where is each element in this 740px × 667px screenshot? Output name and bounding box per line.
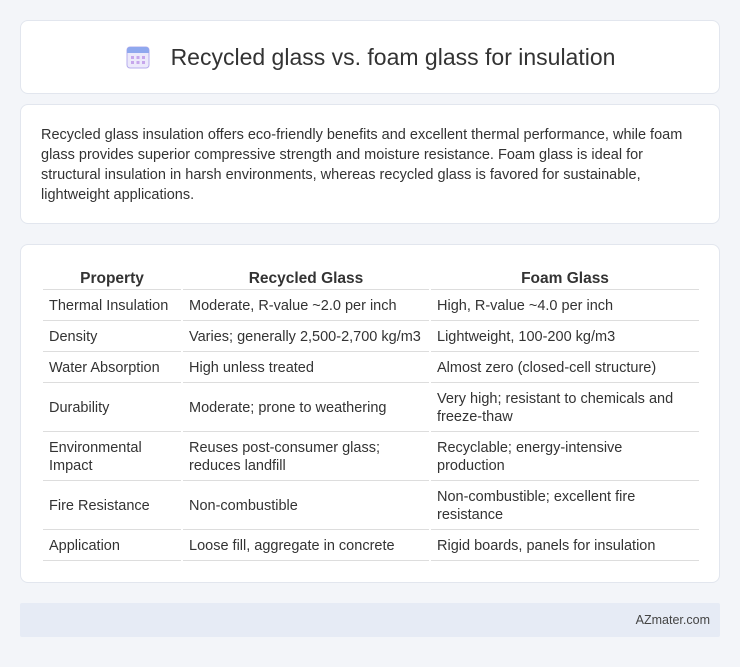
property-cell: Water Absorption: [43, 354, 181, 383]
property-cell: Application: [43, 532, 181, 561]
foam-glass-cell: Very high; resistant to chemicals and fr…: [431, 385, 699, 432]
table-row: Water Absorption High unless treated Alm…: [43, 354, 699, 383]
table-row: Fire Resistance Non-combustible Non-comb…: [43, 483, 699, 530]
table-row: Thermal Insulation Moderate, R-value ~2.…: [43, 292, 699, 321]
recycled-glass-cell: Non-combustible: [183, 483, 429, 530]
column-header-foam-glass: Foam Glass: [431, 267, 699, 290]
summary-card: Recycled glass insulation offers eco-fri…: [20, 104, 720, 224]
foam-glass-cell: Rigid boards, panels for insulation: [431, 532, 699, 561]
table-card: Property Recycled Glass Foam Glass Therm…: [20, 244, 720, 583]
title-card: Recycled glass vs. foam glass for insula…: [20, 20, 720, 94]
foam-glass-cell: High, R-value ~4.0 per inch: [431, 292, 699, 321]
title-wrap: Recycled glass vs. foam glass for insula…: [125, 43, 616, 71]
table-row: Durability Moderate; prone to weathering…: [43, 385, 699, 432]
summary-text: Recycled glass insulation offers eco-fri…: [41, 127, 683, 203]
property-cell: Fire Resistance: [43, 483, 181, 530]
footer: AZmater.com: [20, 603, 720, 637]
table-row: Application Loose fill, aggregate in con…: [43, 532, 699, 561]
property-cell: Thermal Insulation: [43, 292, 181, 321]
recycled-glass-cell: High unless treated: [183, 354, 429, 383]
column-header-property: Property: [43, 267, 181, 290]
recycled-glass-cell: Moderate; prone to weathering: [183, 385, 429, 432]
foam-glass-cell: Recyclable; energy-intensive production: [431, 434, 699, 481]
recycled-glass-cell: Varies; generally 2,500-2,700 kg/m3: [183, 323, 429, 352]
property-cell: Durability: [43, 385, 181, 432]
property-cell: Density: [43, 323, 181, 352]
comparison-table: Property Recycled Glass Foam Glass Therm…: [41, 265, 701, 563]
property-cell: Environmental Impact: [43, 434, 181, 481]
page-title: Recycled glass vs. foam glass for insula…: [170, 43, 616, 70]
foam-glass-cell: Non-combustible; excellent fire resistan…: [431, 483, 699, 530]
foam-glass-cell: Lightweight, 100-200 kg/m3: [431, 323, 699, 352]
footer-site-link[interactable]: AZmater.com: [636, 613, 710, 627]
recycled-glass-cell: Reuses post-consumer glass; reduces land…: [183, 434, 429, 481]
recycled-glass-cell: Moderate, R-value ~2.0 per inch: [183, 292, 429, 321]
table-row: Environmental Impact Reuses post-consume…: [43, 434, 699, 481]
table-row: Density Varies; generally 2,500-2,700 kg…: [43, 323, 699, 352]
calendar-icon: [126, 46, 150, 69]
column-header-recycled-glass: Recycled Glass: [183, 267, 429, 290]
foam-glass-cell: Almost zero (closed-cell structure): [431, 354, 699, 383]
table-header-row: Property Recycled Glass Foam Glass: [43, 267, 699, 290]
recycled-glass-cell: Loose fill, aggregate in concrete: [183, 532, 429, 561]
